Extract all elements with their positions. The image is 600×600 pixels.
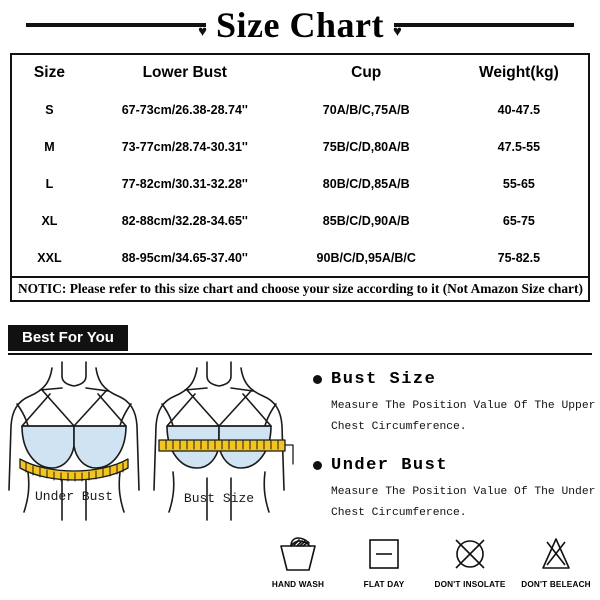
cell-weight: 65-75 [502, 213, 535, 228]
size-chart-table: Size Lower Bust Cup Weight(kg) S 67-73cm… [12, 55, 588, 276]
table-header-row: Size Lower Bust Cup Weight(kg) [12, 55, 588, 91]
cell-cup: 70A/B/C,75A/B [322, 102, 410, 117]
care-label: DON'T INSOLATE [434, 580, 506, 589]
info-description: Measure The Position Value Of The Upper … [313, 396, 598, 438]
cell-lower-bust: 88-95cm/34.65-37.40'' [121, 250, 248, 265]
measurement-info-panel: Bust Size Measure The Position Value Of … [313, 370, 598, 542]
care-label: FLAT DAY [363, 580, 405, 589]
cell-cup: 75B/C/D,80A/B [322, 139, 410, 154]
table-row: S 67-73cm/26.38-28.74'' 70A/B/C,75A/B 40… [12, 91, 588, 128]
illustration-label-bust-size: Bust Size [184, 491, 254, 506]
info-item-bust-size: Bust Size Measure The Position Value Of … [313, 370, 598, 438]
cell-size: XL [41, 213, 58, 228]
column-header-lower-bust: Lower Bust [142, 64, 227, 81]
cell-size: M [44, 139, 55, 154]
title-rule-right: ♥ [393, 23, 574, 39]
hand-wash-icon [277, 533, 319, 575]
table-row: M 73-77cm/28.74-30.31'' 75B/C/D,80A/B 47… [12, 128, 588, 165]
table-row: L 77-82cm/30.31-32.28'' 80B/C/D,85A/B 55… [12, 165, 588, 202]
heart-icon-right: ♥ [393, 23, 402, 40]
size-chart-notice: NOTIC: Please refer to this size chart a… [12, 276, 588, 300]
no-bleach-icon [535, 533, 577, 575]
banner-label: Best For You [8, 325, 128, 351]
cell-cup: 85B/C/D,90A/B [322, 213, 410, 228]
cell-cup: 90B/C/D,95A/B/C [316, 250, 416, 265]
banner-rule [8, 353, 592, 355]
bullet-icon [313, 460, 322, 470]
care-instructions-row: HAND WASH FLAT DAY DON'T INSOLATE DON'T … [258, 533, 596, 589]
care-item-no-insolate: DON'T INSOLATE [430, 533, 510, 589]
table-row: XXL 88-95cm/34.65-37.40'' 90B/C/D,95A/B/… [12, 239, 588, 276]
info-description-line: Chest Circumference. [331, 420, 467, 433]
page-title-row: ♥ Size Chart ♥ [0, 4, 600, 46]
info-heading-row: Under Bust [313, 456, 598, 475]
care-label: HAND WASH [271, 580, 325, 589]
cell-size: L [45, 176, 54, 191]
table-row: XL 82-88cm/32.28-34.65'' 85B/C/D,90A/B 6… [12, 202, 588, 239]
care-item-hand-wash: HAND WASH [258, 533, 338, 589]
cell-weight: 40-47.5 [497, 102, 541, 117]
cell-lower-bust: 67-73cm/26.38-28.74'' [121, 102, 248, 117]
size-chart-table-container: Size Lower Bust Cup Weight(kg) S 67-73cm… [10, 53, 590, 303]
cell-lower-bust: 82-88cm/32.28-34.65'' [121, 213, 248, 228]
cell-size: XXL [37, 250, 62, 265]
info-item-under-bust: Under Bust Measure The Position Value Of… [313, 456, 598, 524]
care-label: DON'T BELEACH [521, 580, 591, 589]
cell-cup: 80B/C/D,85A/B [322, 176, 410, 191]
flat-dry-icon [363, 533, 405, 575]
info-description-line: Chest Circumference. [331, 506, 467, 519]
care-item-no-bleach: DON'T BELEACH [516, 533, 596, 589]
no-insolate-icon [449, 533, 491, 575]
info-heading: Under Bust [331, 455, 449, 475]
title-rule-left: ♥ [26, 23, 207, 39]
illustration-label-under-bust: Under Bust [35, 489, 113, 504]
column-header-weight: Weight(kg) [478, 64, 559, 81]
info-description-line: Measure The Position Value Of The Under [331, 485, 596, 498]
column-header-size: Size [33, 64, 65, 81]
cell-size: S [45, 102, 54, 117]
care-item-flat-dry: FLAT DAY [344, 533, 424, 589]
cell-weight: 75-82.5 [497, 250, 541, 265]
info-description: Measure The Position Value Of The Under … [313, 482, 598, 524]
best-for-you-banner: Best For You [8, 325, 592, 355]
cell-lower-bust: 77-82cm/30.31-32.28'' [121, 176, 248, 191]
info-heading: Bust Size [331, 370, 437, 389]
info-description-line: Measure The Position Value Of The Upper [331, 400, 596, 412]
cell-lower-bust: 73-77cm/28.74-30.31'' [121, 139, 248, 154]
info-heading-row: Bust Size [313, 370, 598, 389]
cell-weight: 47.5-55 [497, 139, 541, 154]
bullet-icon [313, 375, 322, 384]
heart-icon-left: ♥ [198, 23, 207, 40]
column-header-cup: Cup [351, 64, 382, 81]
page-title: Size Chart [216, 5, 384, 45]
cell-weight: 55-65 [502, 176, 535, 191]
illustration-svg: Under Bust Bust Size [8, 361, 294, 521]
measurement-illustrations: Under Bust Bust Size [0, 360, 310, 535]
